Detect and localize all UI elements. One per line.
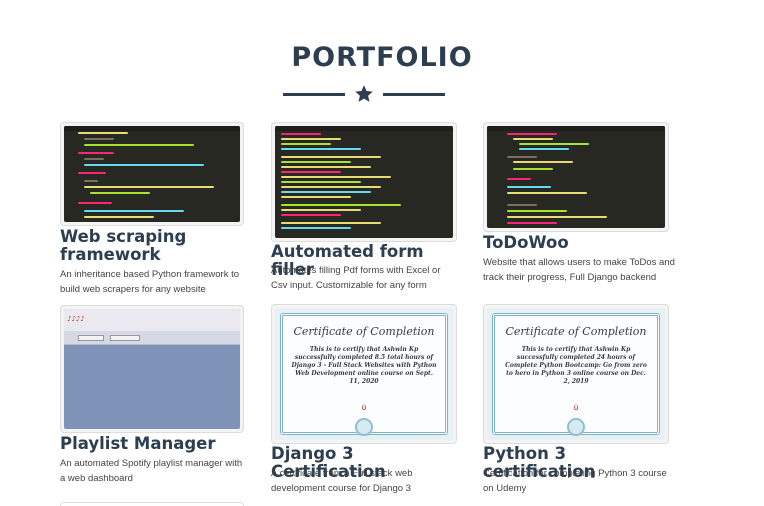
portfolio-thumbnail-partial[interactable] [60,502,244,506]
portfolio-item-description: Automates filling Pdf forms with Excel o… [271,265,441,291]
certificate-body: This is to certify that Ashwin Kp succes… [291,346,437,385]
certificate-image: Certificate of Completion This is to cer… [275,308,453,440]
portfolio-item-description: Website that allows users to make ToDos … [483,257,675,283]
divider-line-right [383,93,445,96]
portfolio-item-description: Certification for completing Python 3 co… [483,468,667,494]
dashboard-logo-icon: ♪♪♪♪ [67,315,85,323]
seal-icon [355,418,373,436]
code-editor-screenshot [487,126,665,228]
portfolio-thumbnail[interactable]: Certificate of Completion This is to cer… [483,304,669,444]
portfolio-thumbnail[interactable] [483,122,669,232]
portfolio-item-description: A certificate from a Full stack web deve… [271,468,413,494]
portfolio-item-description: An automated Spotify playlist manager wi… [60,458,243,484]
portfolio-item-description: An inheritance based Python framework to… [60,269,240,295]
certificate-heading: Certificate of Completion [293,325,435,338]
seal-icon [567,418,585,436]
portfolio-thumbnail[interactable] [271,122,457,242]
web-dashboard-screenshot: ♪♪♪♪ [64,309,240,429]
portfolio-thumbnail[interactable]: Certificate of Completion This is to cer… [271,304,457,444]
udemy-logo-icon: Ü [361,406,367,412]
divider-line-left [283,93,345,96]
star-icon [355,85,373,102]
certificate-image: Certificate of Completion This is to cer… [487,308,665,440]
portfolio-item-title[interactable]: ToDoWoo [483,234,683,252]
portfolio-thumbnail[interactable]: ♪♪♪♪ [60,305,244,433]
udemy-logo-icon: Ü [573,406,579,412]
code-editor-screenshot [64,126,240,222]
certificate-body: This is to certify that Ashwin Kp succes… [505,346,647,385]
code-editor-screenshot [275,126,453,238]
portfolio-thumbnail[interactable] [60,122,244,226]
portfolio-item-title[interactable]: Playlist Manager [60,435,260,453]
portfolio-item-title[interactable]: Web scraping framework [60,228,250,264]
section-title: PORTFOLIO [291,42,473,73]
title-divider [283,84,445,104]
certificate-heading: Certificate of Completion [505,325,647,338]
